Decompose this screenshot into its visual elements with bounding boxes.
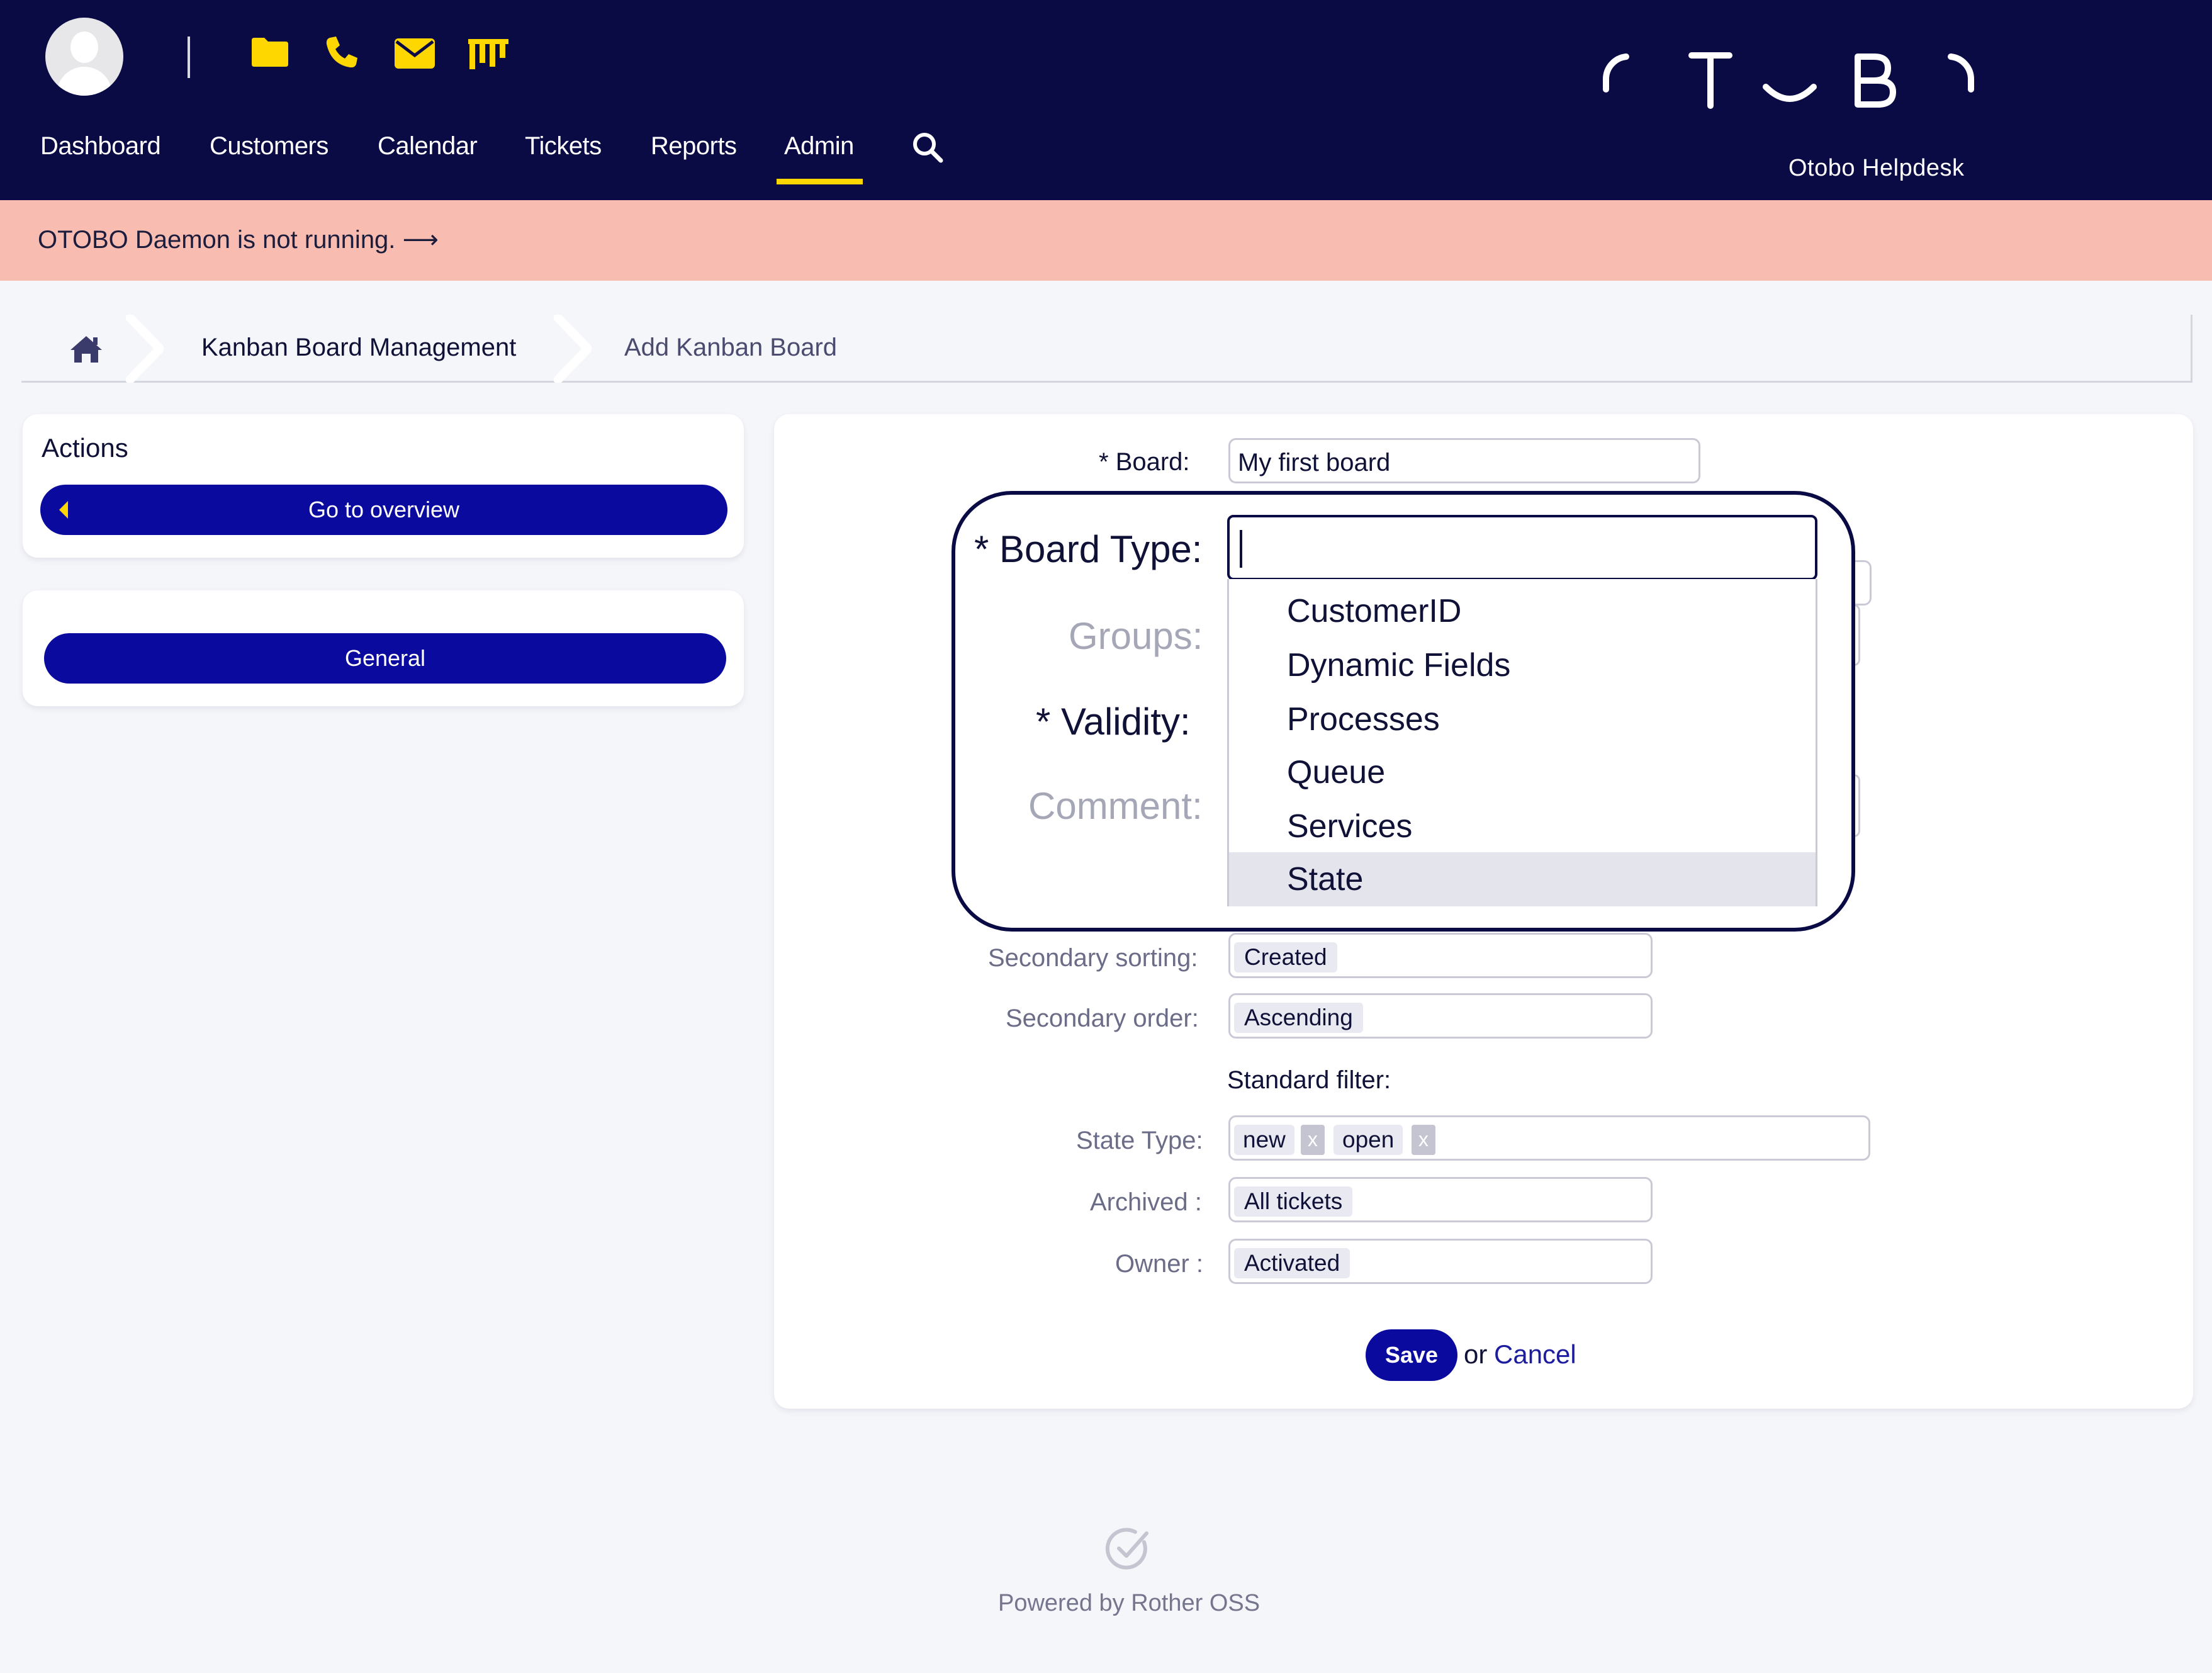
secondary-order-select[interactable]: Ascending bbox=[1228, 993, 1653, 1039]
otobo-logo bbox=[1602, 52, 1975, 109]
selected-value: All tickets bbox=[1234, 1186, 1353, 1217]
brand-name: Otobo Helpdesk bbox=[1788, 155, 1965, 181]
secondary-sorting-label: Secondary sorting: bbox=[988, 944, 1198, 972]
board-input[interactable]: My first board bbox=[1228, 438, 1700, 483]
selected-value: Activated bbox=[1234, 1248, 1350, 1278]
back-arrow-icon bbox=[59, 501, 68, 519]
remove-new-icon[interactable]: x bbox=[1301, 1125, 1325, 1155]
secondary-order-label: Secondary order: bbox=[1006, 1005, 1199, 1032]
selected-value: Ascending bbox=[1234, 1003, 1363, 1033]
general-button[interactable]: General bbox=[44, 633, 726, 684]
owner-label: Owner : bbox=[1115, 1250, 1204, 1278]
breadcrumb-separator bbox=[126, 315, 164, 383]
option-queue[interactable]: Queue bbox=[1229, 745, 1816, 799]
board-type-dropdown: CustomerID Dynamic Fields Processes Queu… bbox=[1227, 579, 1817, 906]
board-type-label: * Board Type: bbox=[974, 528, 1203, 570]
search-icon[interactable] bbox=[911, 131, 944, 164]
groups-label: Groups: bbox=[1069, 615, 1203, 657]
option-dynamic-fields[interactable]: Dynamic Fields bbox=[1229, 638, 1816, 692]
archived-label: Archived : bbox=[1090, 1188, 1202, 1216]
option-processes[interactable]: Processes bbox=[1229, 692, 1816, 746]
general-box: General bbox=[23, 590, 744, 706]
breadcrumb: Kanban Board Management Add Kanban Board bbox=[21, 315, 2192, 383]
nav-dashboard[interactable]: Dashboard bbox=[40, 126, 161, 186]
validity-label: * Validity: bbox=[1036, 701, 1191, 743]
daemon-notice[interactable]: OTOBO Daemon is not running. ⟶ bbox=[0, 200, 2212, 281]
selected-value: Created bbox=[1234, 942, 1337, 972]
nav-tickets[interactable]: Tickets bbox=[525, 126, 602, 186]
phone-icon[interactable] bbox=[325, 35, 359, 69]
state-type-multiselect[interactable]: new x open x bbox=[1228, 1115, 1870, 1161]
state-chip-new: new bbox=[1234, 1125, 1294, 1155]
nav-calendar[interactable]: Calendar bbox=[378, 126, 478, 186]
board-label: * Board: bbox=[1099, 448, 1190, 476]
zoom-callout: * Board Type: Groups: * Validity: Commen… bbox=[952, 491, 1855, 932]
folder-icon[interactable] bbox=[250, 35, 289, 68]
user-avatar[interactable] bbox=[45, 18, 123, 96]
nav-customers[interactable]: Customers bbox=[210, 126, 328, 186]
mail-icon[interactable] bbox=[394, 38, 435, 69]
hidden-field-edge bbox=[1854, 560, 1872, 606]
option-services[interactable]: Services bbox=[1229, 799, 1816, 853]
rother-oss-icon bbox=[1105, 1528, 1148, 1570]
archived-select[interactable]: All tickets bbox=[1228, 1177, 1653, 1222]
save-button[interactable]: Save bbox=[1366, 1329, 1457, 1381]
state-type-label: State Type: bbox=[1076, 1127, 1203, 1154]
or-text: or bbox=[1464, 1339, 1488, 1369]
actions-box: Actions Go to overview bbox=[23, 414, 744, 558]
notice-text: OTOBO Daemon is not running. ⟶ bbox=[38, 226, 439, 254]
home-icon[interactable] bbox=[69, 334, 103, 364]
cancel-link[interactable]: Cancel bbox=[1494, 1339, 1576, 1370]
option-customerid[interactable]: CustomerID bbox=[1229, 584, 1816, 638]
option-state[interactable]: State bbox=[1229, 852, 1816, 906]
crumb-add-kanban-board: Add Kanban Board bbox=[624, 334, 838, 361]
state-chip-open: open bbox=[1333, 1125, 1403, 1155]
top-header: Dashboard Customers Calendar Tickets Rep… bbox=[0, 0, 2212, 200]
nav-reports[interactable]: Reports bbox=[651, 126, 737, 186]
comment-label: Comment: bbox=[1028, 785, 1203, 827]
header-divider bbox=[188, 37, 190, 78]
kanban-icon[interactable] bbox=[467, 38, 510, 70]
text-caret bbox=[1240, 530, 1242, 568]
standard-filter-label: Standard filter: bbox=[1227, 1066, 1391, 1094]
remove-open-icon[interactable]: x bbox=[1412, 1125, 1435, 1155]
footer-powered-by[interactable]: Powered by Rother OSS bbox=[998, 1590, 1260, 1617]
go-to-overview-button[interactable]: Go to overview bbox=[40, 485, 727, 535]
owner-select[interactable]: Activated bbox=[1228, 1239, 1653, 1284]
crumb-kanban-management[interactable]: Kanban Board Management bbox=[201, 334, 516, 362]
actions-title: Actions bbox=[42, 433, 128, 463]
board-type-search-input[interactable] bbox=[1227, 515, 1817, 580]
secondary-sorting-select[interactable]: Created bbox=[1228, 933, 1653, 978]
nav-admin[interactable]: Admin bbox=[777, 126, 863, 186]
breadcrumb-separator bbox=[554, 315, 592, 383]
